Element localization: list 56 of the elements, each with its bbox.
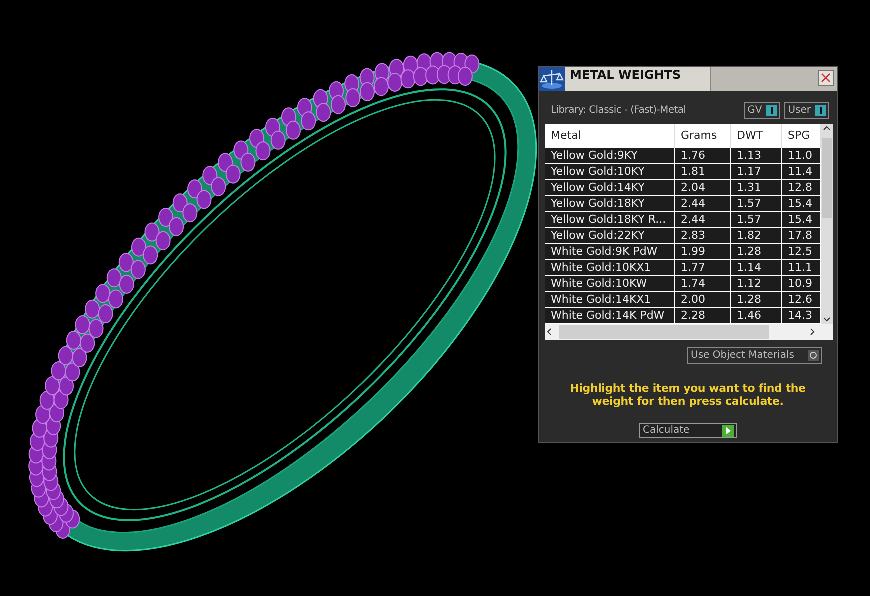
- toggle-switch[interactable]: User: [784, 102, 829, 118]
- table-cell[interactable]: Yellow Gold:18KY: [545, 196, 675, 212]
- table-cell[interactable]: 1.17: [731, 164, 782, 180]
- table-cell[interactable]: Yellow Gold:14KY: [545, 180, 675, 196]
- table-cell[interactable]: White Gold:9K PdW: [545, 244, 675, 260]
- table-cell[interactable]: 1.28: [731, 292, 782, 308]
- table-cell[interactable]: 1.28: [731, 244, 782, 260]
- table-cell[interactable]: 10.9: [782, 276, 821, 292]
- table-cell[interactable]: 1.57: [731, 196, 782, 212]
- table-cell[interactable]: Yellow Gold:22KY: [545, 228, 675, 244]
- table-cell[interactable]: 1.81: [675, 164, 731, 180]
- table-cell[interactable]: White Gold:10KX1: [545, 260, 675, 276]
- table-cell[interactable]: 2.44: [675, 196, 731, 212]
- table-cell[interactable]: 15.4: [782, 196, 821, 212]
- table-cell[interactable]: 14.3: [782, 308, 821, 324]
- table-cell[interactable]: 11.1: [782, 260, 821, 276]
- table-cell[interactable]: 1.77: [675, 260, 731, 276]
- table-cell[interactable]: 1.13: [731, 148, 782, 164]
- vertical-scrollbar[interactable]: [821, 124, 833, 324]
- table-cell[interactable]: 1.74: [675, 276, 731, 292]
- table-cell[interactable]: 12.6: [782, 292, 821, 308]
- scale-icon: [539, 67, 565, 91]
- table-cell[interactable]: 1.12: [731, 276, 782, 292]
- table-cell[interactable]: Yellow Gold:10KY: [545, 164, 675, 180]
- table-cell[interactable]: 2.83: [675, 228, 731, 244]
- table-cell[interactable]: 17.8: [782, 228, 821, 244]
- table-cell[interactable]: 2.28: [675, 308, 731, 324]
- instruction-text: Highlight the item you want to find the weight for then press calculate.: [569, 381, 807, 408]
- library-label: Library: Classic - (Fast)-Metal: [551, 104, 688, 116]
- table-cell[interactable]: 11.4: [782, 164, 821, 180]
- table-cell[interactable]: 2.00: [675, 292, 731, 308]
- table-cell[interactable]: White Gold:10KW: [545, 276, 675, 292]
- table-cell[interactable]: 2.44: [675, 212, 731, 228]
- table-cell[interactable]: 11.0: [782, 148, 821, 164]
- table-cell[interactable]: 1.31: [731, 180, 782, 196]
- table-cell[interactable]: 1.46: [731, 308, 782, 324]
- calculate-button[interactable]: Calculate: [639, 423, 737, 438]
- table-cell[interactable]: 12.8: [782, 180, 821, 196]
- table-cell[interactable]: 1.57: [731, 212, 782, 228]
- table-cell[interactable]: 1.99: [675, 244, 731, 260]
- table-cell[interactable]: 1.82: [731, 228, 782, 244]
- table-cell[interactable]: White Gold:14KX1: [545, 292, 675, 308]
- table-cell[interactable]: Yellow Gold:18KY R...: [545, 212, 675, 228]
- horizontal-scrollbar[interactable]: [545, 324, 833, 340]
- table-cell[interactable]: 1.76: [675, 148, 731, 164]
- use-object-materials-toggle[interactable]: Use Object Materials: [687, 347, 822, 364]
- table-cell[interactable]: 1.14: [731, 260, 782, 276]
- table-cell[interactable]: Yellow Gold:9KY: [545, 148, 675, 164]
- table-cell[interactable]: 12.5: [782, 244, 821, 260]
- table-cell[interactable]: 15.4: [782, 212, 821, 228]
- table-cell[interactable]: 2.04: [675, 180, 731, 196]
- close-icon: [821, 73, 831, 83]
- toggle-switch[interactable]: GV: [744, 102, 780, 118]
- close-button[interactable]: [818, 70, 834, 86]
- table-cell[interactable]: White Gold:14K PdW: [545, 308, 675, 324]
- panel-title: METAL WEIGHTS: [565, 67, 711, 91]
